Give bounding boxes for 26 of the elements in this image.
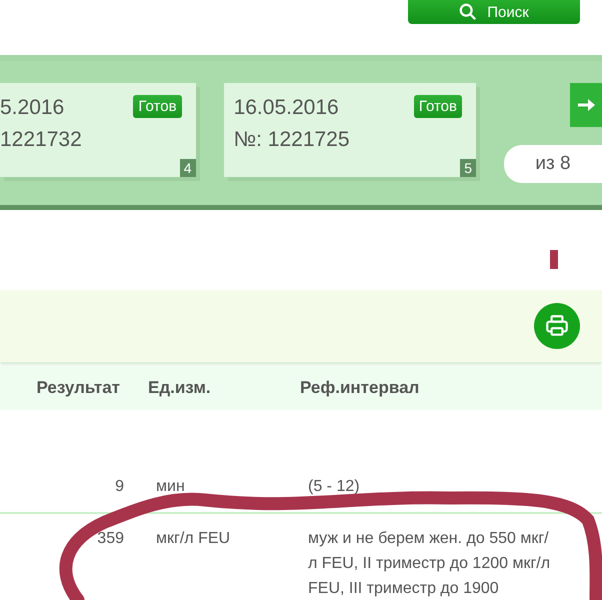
column-header: Реф.интервал <box>299 378 420 398</box>
status-badge: Готов <box>414 95 462 118</box>
card-index: 5 <box>460 159 476 177</box>
order-card[interactable]: 16.05.2016 №: 1221725 Готов 5 <box>224 83 476 177</box>
printer-icon <box>544 313 570 339</box>
table-cell-text: мин <box>155 477 186 497</box>
card-index: 4 <box>180 159 196 177</box>
print-button[interactable] <box>534 303 580 349</box>
search-button[interactable]: Поиск <box>408 0 580 24</box>
table-cell-text: 359 <box>96 529 124 549</box>
table-cell-text: муж и не берем жен. до 550 мкг/л FEU, II триместр до 1200 мкг/л FEU, III триместр до 1900 <box>307 529 552 599</box>
search-icon <box>459 3 478 21</box>
order-card[interactable]: 5.2016 1221732 Готов 4 <box>0 83 196 177</box>
column-header: Ед.изм. <box>147 378 212 398</box>
page-count: из 8 <box>504 145 602 183</box>
table-cell-text: 9 <box>114 477 124 497</box>
order-number: №: 1221725 <box>234 127 350 153</box>
next-button[interactable] <box>570 83 602 127</box>
order-number: 1221732 <box>0 127 82 153</box>
order-date: 5.2016 <box>0 95 66 121</box>
column-header: Результат <box>36 378 120 398</box>
table-cell-text: (5 - 12) <box>307 477 361 497</box>
order-date: 16.05.2016 <box>234 95 340 121</box>
status-badge: Готов <box>133 95 182 118</box>
table-cell-text: мкг/л FEU <box>155 529 232 549</box>
pen-mark <box>550 250 558 269</box>
